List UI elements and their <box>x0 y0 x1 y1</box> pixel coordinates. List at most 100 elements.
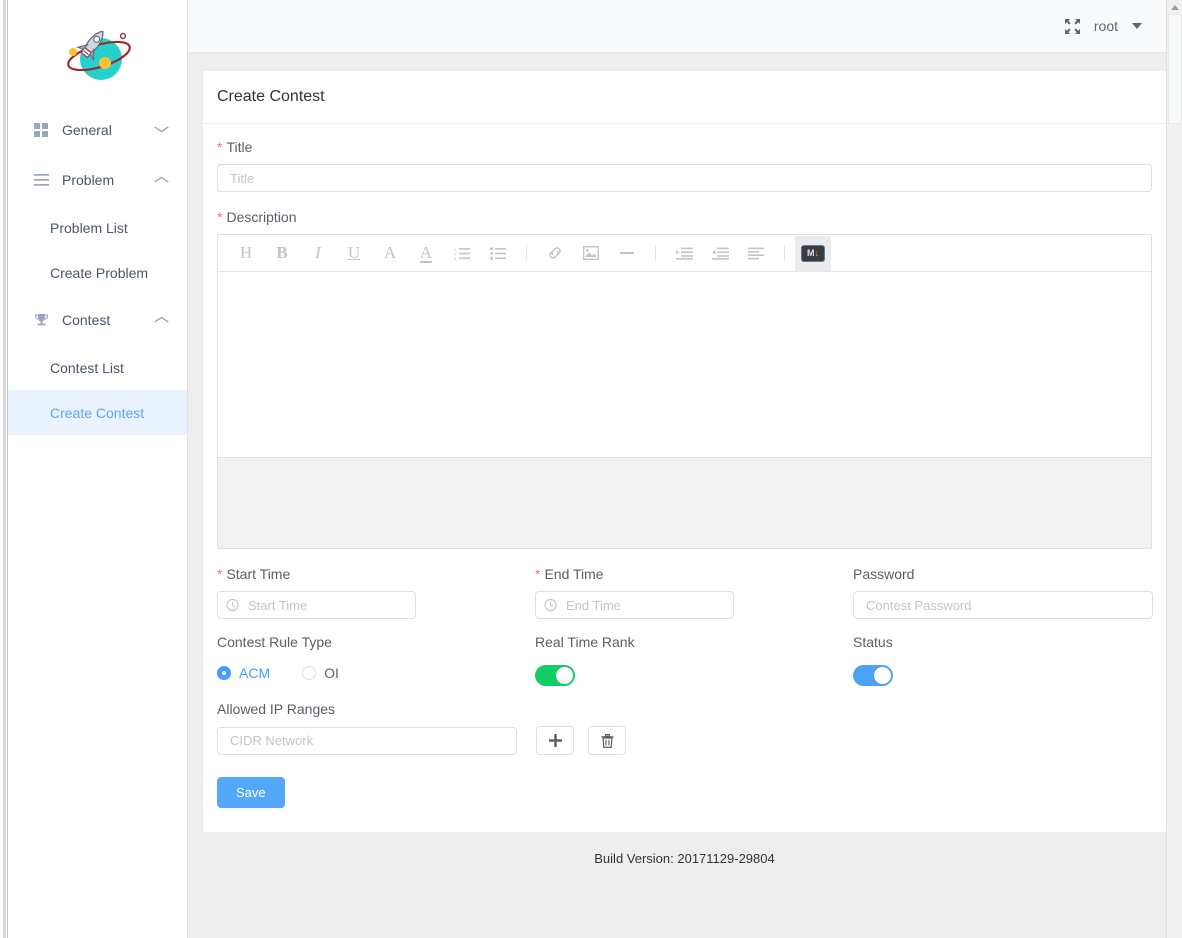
italic-icon[interactable]: I <box>300 236 336 271</box>
sidebar-group-label: Problem <box>62 172 115 188</box>
sidebar-group-contest[interactable]: Contest <box>8 295 187 345</box>
fullscreen-expand-icon[interactable] <box>1064 18 1080 34</box>
form-body: *Title * Description H B <box>203 124 1166 832</box>
editor-preview-panel <box>218 458 1151 548</box>
end-time-wrap <box>535 591 734 619</box>
create-contest-card: Create Contest *Title * Description <box>202 70 1167 833</box>
unordered-list-icon[interactable] <box>480 236 516 271</box>
field-status: Status <box>853 633 1171 686</box>
scrollbar-thumb[interactable] <box>1168 14 1182 124</box>
field-status-label: Status <box>853 634 893 650</box>
sidebar-group-label: General <box>62 122 112 138</box>
field-password: Password <box>853 565 1171 619</box>
password-input[interactable] <box>853 591 1153 619</box>
heading-icon[interactable]: H <box>228 236 264 271</box>
description-editor: H B I U A A 1 2 3 M ↓ <box>217 234 1152 549</box>
topbar: root <box>188 0 1182 53</box>
editor-content-area[interactable] <box>218 272 1151 458</box>
field-start-time-label: * Start Time <box>217 565 535 583</box>
status-switch[interactable] <box>853 665 893 686</box>
sidebar-group-problem[interactable]: Problem <box>8 155 187 205</box>
sidebar-item-problem-list[interactable]: Problem List <box>8 205 187 250</box>
caret-down-icon[interactable] <box>1132 23 1142 29</box>
clock-icon <box>544 598 557 612</box>
field-title-label: * Title <box>217 138 1152 156</box>
field-rule-type-label: Contest Rule Type <box>217 634 332 650</box>
sidebar: General Problem Problem List Create Prob… <box>8 0 188 938</box>
sidebar-item-create-contest[interactable]: Create Contest <box>8 390 187 435</box>
add-ip-button[interactable] <box>536 726 574 755</box>
required-marker: * <box>217 566 223 582</box>
sidebar-item-create-problem[interactable]: Create Problem <box>8 250 187 295</box>
link-icon[interactable] <box>537 236 573 271</box>
end-time-input[interactable] <box>535 591 734 619</box>
font-size-icon[interactable]: A <box>372 236 408 271</box>
radio-label: OI <box>324 665 339 681</box>
app-root: General Problem Problem List Create Prob… <box>0 0 1182 938</box>
label-text: Description <box>226 209 297 225</box>
content-scroll-area: Create Contest *Title * Description <box>188 53 1182 938</box>
field-password-label: Password <box>853 566 915 582</box>
underline-icon[interactable]: U <box>336 236 372 271</box>
sidebar-item-label: Create Contest <box>50 404 145 421</box>
field-end-time-label: * End Time <box>535 565 853 583</box>
user-name[interactable]: root <box>1094 18 1118 34</box>
toolbar-separator <box>784 245 785 261</box>
label-text: Title <box>226 139 253 155</box>
field-real-time-rank: Real Time Rank <box>535 633 853 686</box>
sidebar-item-label: Contest List <box>50 359 124 376</box>
topbar-right: root <box>1064 18 1142 34</box>
left-rail-line <box>3 0 6 938</box>
cidr-network-input[interactable] <box>217 726 517 755</box>
radio-dot-icon <box>302 666 317 680</box>
switch-knob <box>556 667 573 684</box>
radio-acm[interactable]: ACM <box>217 665 270 681</box>
rule-type-radio-group: ACM OI <box>217 665 535 681</box>
vertical-scrollbar[interactable] <box>1166 0 1182 938</box>
editor-toolbar: H B I U A A 1 2 3 M ↓ <box>218 235 1151 272</box>
toolbar-separator <box>655 245 656 261</box>
sidebar-group-label: Contest <box>62 312 111 328</box>
page-title: Create Contest <box>203 71 1166 124</box>
start-time-input[interactable] <box>217 591 416 619</box>
start-time-wrap <box>217 591 416 619</box>
align-left-icon[interactable] <box>738 236 774 271</box>
main-region: root Create Contest * Title Title * Desc… <box>188 0 1182 938</box>
toolbar-separator <box>526 245 527 261</box>
label-text: Start Time <box>226 566 291 582</box>
logo-container[interactable] <box>8 0 187 105</box>
bold-icon[interactable]: B <box>264 236 300 271</box>
ordered-list-icon[interactable]: 1 2 3 <box>444 236 480 271</box>
radio-oi[interactable]: OI <box>302 665 339 681</box>
footer-build-version: Build Version: 20171129-29804 <box>594 851 775 866</box>
label-text: End Time <box>544 566 604 582</box>
outdent-icon[interactable] <box>702 236 738 271</box>
chevron-up-icon <box>153 175 170 186</box>
save-button[interactable]: Save <box>217 777 285 808</box>
chevron-up-icon <box>1171 4 1179 10</box>
field-allowed-ip-label: Allowed IP Ranges <box>217 701 336 717</box>
title-input[interactable] <box>217 164 1152 192</box>
real-time-rank-switch[interactable] <box>535 665 575 686</box>
sidebar-item-label: Create Problem <box>50 264 149 281</box>
trophy-icon <box>32 311 50 329</box>
left-scroll-rail[interactable] <box>0 0 8 938</box>
radio-label: ACM <box>239 665 271 681</box>
horizontal-rule-icon[interactable] <box>609 236 645 271</box>
indent-icon[interactable] <box>666 236 702 271</box>
rocket-planet-logo <box>66 30 131 80</box>
delete-ip-button[interactable] <box>588 726 626 755</box>
list-lines-icon <box>32 171 50 189</box>
sidebar-item-contest-list[interactable]: Contest List <box>8 345 187 390</box>
image-icon[interactable] <box>573 236 609 271</box>
field-end-time: * End Time <box>535 565 853 619</box>
field-description: * Description H B I U A A 1 2 3 M ↓ <box>217 208 1152 549</box>
scrollbar-up-button[interactable] <box>1167 0 1182 14</box>
sidebar-group-general[interactable]: General <box>8 105 187 155</box>
field-allowed-ip: Allowed IP Ranges <box>217 700 1152 755</box>
time-password-row: * Start Time Start Time * End Time End T… <box>217 565 1153 619</box>
radio-dot-icon <box>217 666 231 680</box>
font-color-icon[interactable]: A <box>408 236 444 271</box>
field-rule-type: Contest Rule Type ACM OI <box>217 633 535 686</box>
markdown-icon[interactable]: M ↓ <box>795 235 831 271</box>
